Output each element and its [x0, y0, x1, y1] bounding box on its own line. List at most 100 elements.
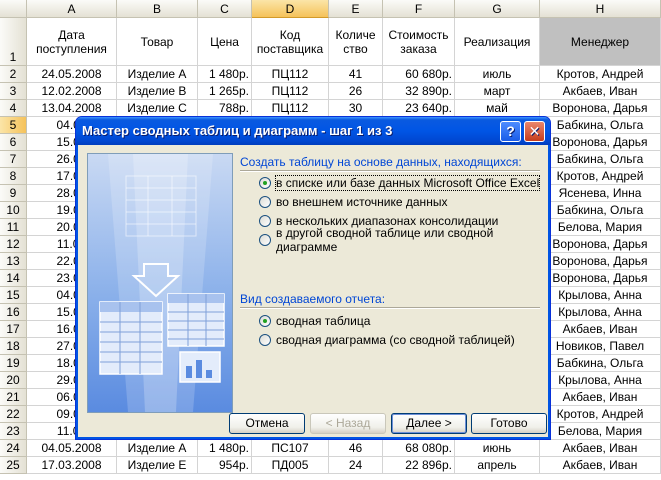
table-cell[interactable]: июнь [455, 440, 540, 457]
radio-source-external[interactable]: во внешнем источнике данных [259, 194, 447, 210]
row-header[interactable]: 23 [0, 423, 27, 440]
table-cell[interactable]: Изделие А [117, 440, 198, 457]
column-title-cell[interactable]: Цена [198, 18, 252, 66]
table-cell[interactable]: 32 890р. [383, 83, 455, 100]
table-cell[interactable]: Изделие В [117, 83, 198, 100]
table-cell[interactable]: Ясенева, Инна [540, 185, 661, 202]
table-cell[interactable]: Изделие А [117, 66, 198, 83]
table-cell[interactable]: май [455, 100, 540, 117]
dialog-titlebar[interactable]: Мастер сводных таблиц и диаграмм - шаг 1… [76, 117, 550, 145]
table-cell[interactable]: 24 [329, 457, 383, 474]
table-cell[interactable]: 26 [329, 83, 383, 100]
table-cell[interactable]: 13.04.2008 [27, 100, 117, 117]
column-header-a[interactable]: A [27, 0, 117, 18]
column-header-h[interactable]: H [540, 0, 661, 18]
table-cell[interactable]: Крылова, Анна [540, 287, 661, 304]
table-cell[interactable]: 68 080р. [383, 440, 455, 457]
radio-report-pivot-table[interactable]: сводная таблица [259, 313, 370, 329]
table-cell[interactable]: Кротов, Андрей [540, 406, 661, 423]
table-cell[interactable]: Крылова, Анна [540, 304, 661, 321]
column-title-cell[interactable]: Стоимость заказа [383, 18, 455, 66]
next-button[interactable]: Далее > [391, 413, 467, 434]
row-header[interactable]: 21 [0, 389, 27, 406]
table-cell[interactable]: Бабкина, Ольга [540, 151, 661, 168]
back-button[interactable]: < Назад [310, 413, 386, 434]
table-cell[interactable]: Акбаев, Иван [540, 440, 661, 457]
radio-source-other-pivot[interactable]: в другой сводной таблице или сводной диа… [259, 226, 547, 254]
table-cell[interactable]: 24.05.2008 [27, 66, 117, 83]
column-header-f[interactable]: F [383, 0, 455, 18]
row-header[interactable]: 5 [0, 117, 27, 134]
table-cell[interactable]: 1 265р. [198, 83, 252, 100]
row-header[interactable]: 6 [0, 134, 27, 151]
column-header-c[interactable]: C [198, 0, 252, 18]
table-cell[interactable]: Крылова, Анна [540, 372, 661, 389]
radio-report-pivot-chart[interactable]: сводная диаграмма (со сводной таблицей) [259, 332, 515, 348]
column-header-g[interactable]: G [455, 0, 540, 18]
table-cell[interactable]: Изделие Е [117, 457, 198, 474]
row-header[interactable]: 15 [0, 287, 27, 304]
table-cell[interactable]: 46 [329, 440, 383, 457]
column-title-cell[interactable]: Код поставщика [252, 18, 329, 66]
table-cell[interactable]: ПЦ112 [252, 66, 329, 83]
row-header[interactable]: 19 [0, 355, 27, 372]
table-cell[interactable]: ПЦ112 [252, 100, 329, 117]
table-cell[interactable]: 23 640р. [383, 100, 455, 117]
table-cell[interactable]: ПЦ112 [252, 83, 329, 100]
select-all-corner[interactable] [0, 0, 27, 18]
table-cell[interactable]: 1 480р. [198, 440, 252, 457]
finish-button[interactable]: Готово [471, 413, 547, 434]
column-header-e[interactable]: E [329, 0, 383, 18]
table-cell[interactable]: июль [455, 66, 540, 83]
table-cell[interactable]: Бабкина, Ольга [540, 202, 661, 219]
table-cell[interactable]: 60 680р. [383, 66, 455, 83]
table-cell[interactable]: Белова, Мария [540, 219, 661, 236]
row-header[interactable]: 20 [0, 372, 27, 389]
table-cell[interactable]: Белова, Мария [540, 423, 661, 440]
close-button[interactable]: ✕ [524, 121, 545, 142]
row-header[interactable]: 3 [0, 83, 27, 100]
table-cell[interactable]: Акбаев, Иван [540, 389, 661, 406]
table-cell[interactable]: Новиков, Павел [540, 338, 661, 355]
row-header[interactable]: 14 [0, 270, 27, 287]
radio-source-excel-list[interactable]: в списке или базе данных Microsoft Offic… [259, 175, 541, 191]
table-cell[interactable]: 788р. [198, 100, 252, 117]
table-cell[interactable]: Акбаев, Иван [540, 321, 661, 338]
row-header[interactable]: 11 [0, 219, 27, 236]
table-cell[interactable]: 17.03.2008 [27, 457, 117, 474]
table-cell[interactable]: 30 [329, 100, 383, 117]
row-header[interactable]: 24 [0, 440, 27, 457]
row-header[interactable]: 13 [0, 253, 27, 270]
row-header[interactable]: 17 [0, 321, 27, 338]
row-header[interactable]: 22 [0, 406, 27, 423]
table-cell[interactable]: Бабкина, Ольга [540, 355, 661, 372]
table-cell[interactable]: март [455, 83, 540, 100]
table-cell[interactable]: Акбаев, Иван [540, 83, 661, 100]
row-header[interactable]: 10 [0, 202, 27, 219]
table-cell[interactable]: 41 [329, 66, 383, 83]
table-cell[interactable]: Кротов, Андрей [540, 168, 661, 185]
column-header-d[interactable]: D [252, 0, 329, 18]
table-cell[interactable]: 1 480р. [198, 66, 252, 83]
row-header[interactable]: 4 [0, 100, 27, 117]
row-header[interactable]: 12 [0, 236, 27, 253]
column-title-cell[interactable]: Менеджер [540, 18, 661, 66]
table-cell[interactable]: ПД005 [252, 457, 329, 474]
table-cell[interactable]: 954р. [198, 457, 252, 474]
table-cell[interactable]: апрель [455, 457, 540, 474]
column-title-cell[interactable]: Реализация [455, 18, 540, 66]
column-title-cell[interactable]: Количе ство [329, 18, 383, 66]
row-header[interactable]: 1 [0, 18, 27, 66]
table-cell[interactable]: Изделие С [117, 100, 198, 117]
table-cell[interactable]: Воронова, Дарья [540, 100, 661, 117]
row-header[interactable]: 9 [0, 185, 27, 202]
table-cell[interactable]: Воронова, Дарья [540, 253, 661, 270]
table-cell[interactable]: Кротов, Андрей [540, 66, 661, 83]
row-header[interactable]: 18 [0, 338, 27, 355]
table-cell[interactable]: Воронова, Дарья [540, 270, 661, 287]
table-cell[interactable]: ПС107 [252, 440, 329, 457]
row-header[interactable]: 8 [0, 168, 27, 185]
row-header[interactable]: 2 [0, 66, 27, 83]
column-header-b[interactable]: B [117, 0, 198, 18]
table-cell[interactable]: 12.02.2008 [27, 83, 117, 100]
